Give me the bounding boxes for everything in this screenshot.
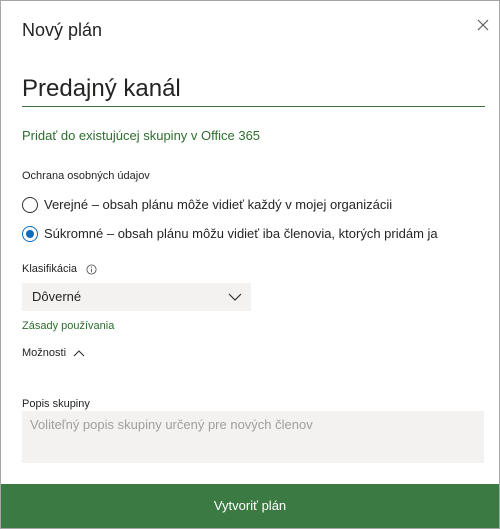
private-radio[interactable] (22, 226, 38, 242)
public-radio-label: Verejné – obsah plánu môže vidieť každý … (44, 197, 393, 212)
close-icon (477, 19, 489, 31)
public-radio[interactable] (22, 197, 38, 213)
group-description-label: Popis skupiny (22, 398, 90, 410)
classification-header: Klasifikácia (22, 262, 97, 276)
info-icon[interactable] (86, 263, 97, 275)
new-plan-dialog: Nový plán Pridať do existujúcej skupiny … (0, 0, 500, 529)
classification-dropdown[interactable]: Dôverné (22, 283, 251, 311)
classification-selected-value: Dôverné (32, 289, 82, 304)
usage-policy-link[interactable]: Zásady používania (22, 319, 114, 333)
options-label: Možnosti (22, 347, 67, 359)
privacy-label: Ochrana osobných údajov (22, 170, 150, 182)
chevron-down-icon (228, 293, 242, 301)
privacy-option-public[interactable]: Verejné – obsah plánu môže vidieť každý … (22, 195, 392, 215)
plan-name-input[interactable] (22, 73, 485, 105)
privacy-option-private[interactable]: Súkromné – obsah plánu môžu vidieť iba č… (22, 224, 438, 244)
options-toggle[interactable]: Možnosti (22, 346, 85, 360)
classification-label: Klasifikácia (22, 263, 78, 275)
private-radio-label: Súkromné – obsah plánu môžu vidieť iba č… (44, 226, 438, 241)
create-plan-button[interactable]: Vytvoriť plán (1, 484, 499, 528)
chevron-up-icon (73, 350, 85, 357)
group-description-input[interactable] (22, 411, 484, 463)
dialog-title: Nový plán (22, 20, 103, 40)
add-to-existing-group-link[interactable]: Pridať do existujúcej skupiny v Office 3… (22, 128, 260, 144)
plan-name-field (22, 73, 485, 107)
close-button[interactable] (471, 13, 495, 37)
